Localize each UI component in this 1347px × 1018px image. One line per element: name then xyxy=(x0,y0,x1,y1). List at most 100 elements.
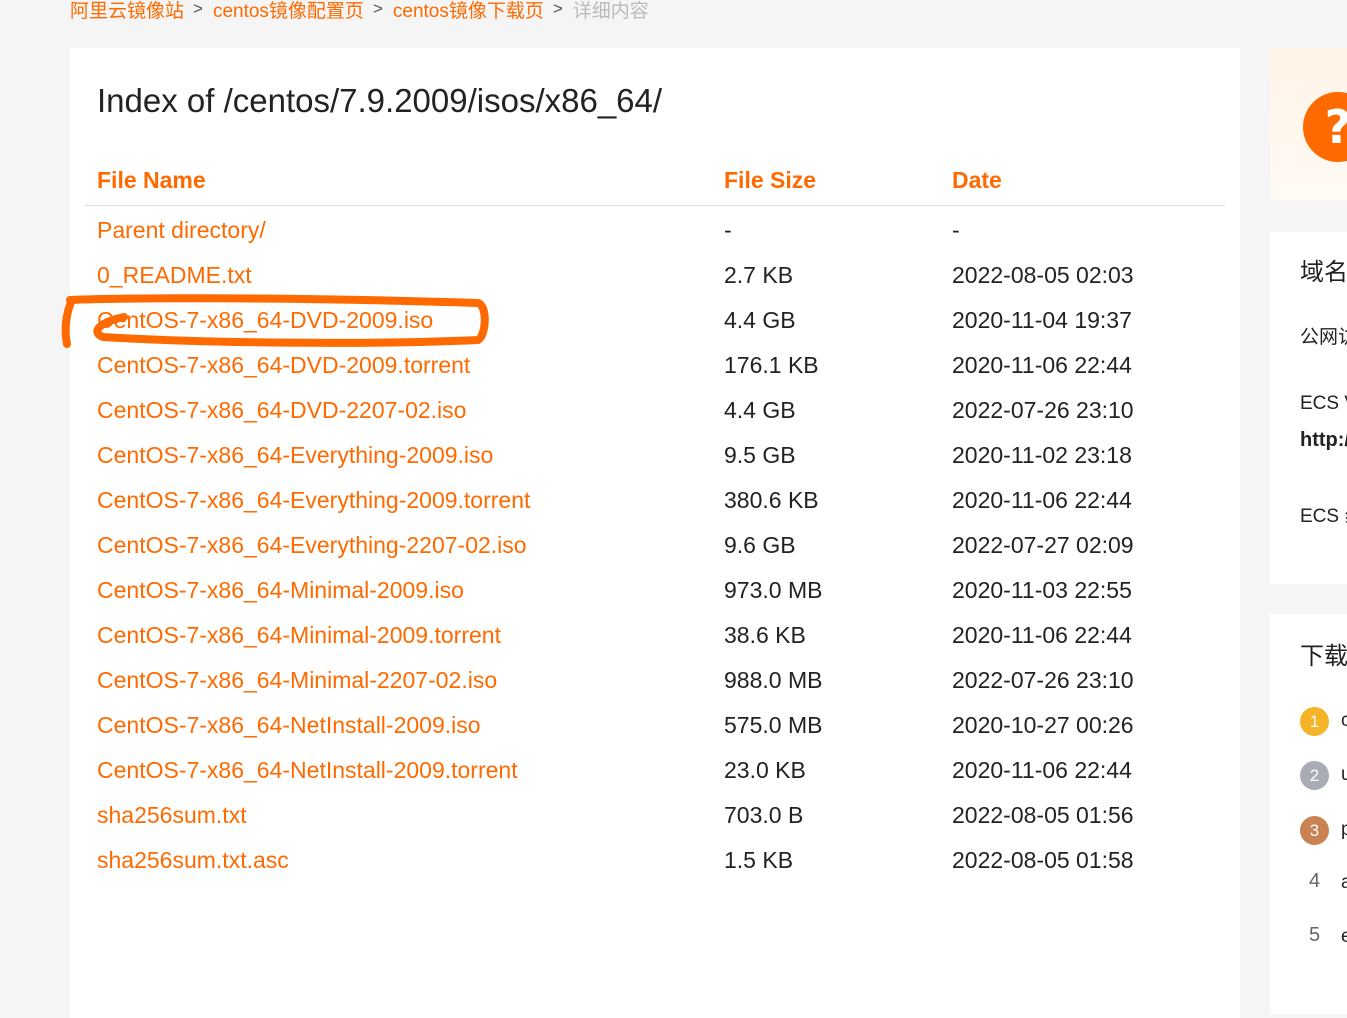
file-name-cell: CentOS-7-x86_64-Minimal-2009.iso xyxy=(85,568,712,613)
file-size-cell: 703.0 B xyxy=(724,802,804,828)
file-name-cell: CentOS-7-x86_64-DVD-2009.torrent xyxy=(85,343,712,388)
breadcrumb-current: 详细内容 xyxy=(572,0,649,22)
file-date-cell: - xyxy=(952,217,960,243)
file-name-cell: CentOS-7-x86_64-Minimal-2207-02.iso xyxy=(85,658,712,703)
help-panel[interactable]: ? xyxy=(1270,48,1347,200)
file-size-cell: 23.0 KB xyxy=(724,757,806,783)
file-link[interactable]: sha256sum.txt xyxy=(97,802,247,828)
file-name-cell: 0_README.txt xyxy=(85,253,712,298)
file-date-cell: 2020-11-06 22:44 xyxy=(952,622,1132,648)
column-header-date[interactable]: Date xyxy=(940,155,1225,206)
file-date-cell: 2022-07-27 02:09 xyxy=(952,532,1134,558)
file-date-cell: 2020-11-02 23:18 xyxy=(952,442,1132,468)
table-row: CentOS-7-x86_64-Everything-2009.torrent 3… xyxy=(85,478,1225,523)
table-row: Parent directory/ - - xyxy=(85,206,1225,254)
table-row: CentOS-7-x86_64-DVD-2009.torrent 176.1 KB… xyxy=(85,343,1225,388)
file-size-cell: 2.7 KB xyxy=(724,262,794,288)
table-row: CentOS-7-x86_64-Everything-2009.iso 9.5 G… xyxy=(85,433,1225,478)
rank-5-badge: 5 xyxy=(1308,924,1321,946)
file-link[interactable]: sha256sum.txt.asc xyxy=(97,847,289,873)
file-link[interactable]: CentOS-7-x86_64-Minimal-2009.torrent xyxy=(97,622,501,648)
file-size-cell: 380.6 KB xyxy=(724,487,819,513)
page-title: Index of /centos/7.9.2009/isos/x86_64/ xyxy=(97,82,663,119)
file-link[interactable]: CentOS-7-x86_64-DVD-2009.iso xyxy=(97,307,433,333)
table-row: CentOS-7-x86_64-NetInstall-2009.torrent 2… xyxy=(85,748,1225,793)
file-link[interactable]: CentOS-7-x86_64-NetInstall-2009.iso xyxy=(97,712,481,738)
domain-line-public: 公网访 xyxy=(1300,327,1347,348)
table-row: CentOS-7-x86_64-DVD-2207-02.iso 4.4 GB 202… xyxy=(85,388,1225,433)
file-size-cell: 9.5 GB xyxy=(724,442,796,468)
domain-link-url[interactable]: http:/ xyxy=(1300,429,1347,452)
breadcrumb-separator: > xyxy=(552,0,563,18)
file-size-cell: - xyxy=(724,217,732,243)
file-link[interactable]: CentOS-7-x86_64-NetInstall-2009.torrent xyxy=(97,757,518,783)
rank-3-item[interactable]: p xyxy=(1341,819,1347,841)
column-header-file-size[interactable]: File Size xyxy=(712,155,940,206)
download-ranking-card: 下载 1 c 2 u 3 p 4 a 5 e xyxy=(1270,614,1347,1014)
file-date-cell: 2022-08-05 01:56 xyxy=(952,802,1134,828)
file-link[interactable]: CentOS-7-x86_64-Minimal-2009.iso xyxy=(97,577,464,603)
file-link[interactable]: CentOS-7-x86_64-Everything-2207-02.iso xyxy=(97,532,527,558)
file-name-cell: CentOS-7-x86_64-Everything-2207-02.iso xyxy=(85,523,712,568)
file-date-cell: 2020-11-06 22:44 xyxy=(952,352,1132,378)
table-row: CentOS-7-x86_64-Minimal-2207-02.iso 988.0… xyxy=(85,658,1225,703)
domain-card-heading: 域名 xyxy=(1300,259,1347,286)
rank-4-item[interactable]: a xyxy=(1341,872,1347,894)
table-row: CentOS-7-x86_64-Minimal-2009.iso 973.0 MB… xyxy=(85,568,1225,613)
file-size-cell: 1.5 KB xyxy=(724,847,794,873)
table-row: CentOS-7-x86_64-Everything-2207-02.iso 9.… xyxy=(85,523,1225,568)
file-link[interactable]: Parent directory/ xyxy=(97,217,266,243)
file-name-cell: CentOS-7-x86_64-DVD-2009.iso xyxy=(85,298,712,343)
domain-line-ecs-classic: ECS 纟 xyxy=(1300,506,1347,527)
file-size-cell: 176.1 KB xyxy=(724,352,819,378)
file-size-cell: 575.0 MB xyxy=(724,712,823,738)
file-link[interactable]: CentOS-7-x86_64-Everything-2009.iso xyxy=(97,442,493,468)
table-row: sha256sum.txt 703.0 B 2022-08-05 01:56 xyxy=(85,793,1225,838)
file-size-cell: 4.4 GB xyxy=(724,397,796,423)
file-name-cell: sha256sum.txt xyxy=(85,793,712,838)
file-name-cell: CentOS-7-x86_64-DVD-2207-02.iso xyxy=(85,388,712,433)
table-row: 0_README.txt 2.7 KB 2022-08-05 02:03 xyxy=(85,253,1225,298)
breadcrumb-link-centos-download[interactable]: centos镜像下载页 xyxy=(393,0,544,23)
file-link[interactable]: CentOS-7-x86_64-Minimal-2207-02.iso xyxy=(97,667,497,693)
file-date-cell: 2022-07-26 23:10 xyxy=(952,667,1134,693)
column-header-file-name[interactable]: File Name xyxy=(85,155,712,206)
file-date-cell: 2020-10-27 00:26 xyxy=(952,712,1134,738)
breadcrumb: 阿里云镜像站 > centos镜像配置页 > centos镜像下载页 > 详细内… xyxy=(70,0,649,24)
file-date-cell: 2022-08-05 02:03 xyxy=(952,262,1134,288)
file-table: File Name File Size Date Parent director… xyxy=(85,155,1225,883)
file-size-cell: 9.6 GB xyxy=(724,532,796,558)
breadcrumb-link-centos-config[interactable]: centos镜像配置页 xyxy=(213,0,364,23)
rank-4-badge: 4 xyxy=(1308,870,1321,892)
file-link[interactable]: CentOS-7-x86_64-DVD-2009.torrent xyxy=(97,352,470,378)
rank-3-badge: 3 xyxy=(1300,816,1329,845)
file-link[interactable]: CentOS-7-x86_64-Everything-2009.torrent xyxy=(97,487,530,513)
file-date-cell: 2020-11-04 19:37 xyxy=(952,307,1132,333)
domain-line-ecs-vpc: ECS V xyxy=(1300,393,1347,414)
file-name-cell: Parent directory/ xyxy=(85,206,712,254)
rank-2-badge: 2 xyxy=(1300,761,1329,790)
file-size-cell: 38.6 KB xyxy=(724,622,806,648)
rank-5-item[interactable]: e xyxy=(1341,926,1347,948)
breadcrumb-separator: > xyxy=(372,0,383,18)
rank-1-badge: 1 xyxy=(1300,707,1329,736)
file-size-cell: 4.4 GB xyxy=(724,307,796,333)
rank-1-item[interactable]: c xyxy=(1341,710,1347,732)
download-card-heading: 下载 xyxy=(1300,643,1347,670)
file-size-cell: 988.0 MB xyxy=(724,667,823,693)
file-date-cell: 2020-11-06 22:44 xyxy=(952,757,1132,783)
rank-2-item[interactable]: u xyxy=(1341,764,1347,786)
breadcrumb-separator: > xyxy=(193,0,203,18)
file-link[interactable]: 0_README.txt xyxy=(97,262,252,288)
domain-info-card: 域名 公网访 ECS V http:/ ECS 纟 xyxy=(1270,232,1347,584)
file-date-cell: 2022-08-05 01:58 xyxy=(952,847,1134,873)
file-date-cell: 2020-11-03 22:55 xyxy=(952,577,1132,603)
file-date-cell: 2020-11-06 22:44 xyxy=(952,487,1132,513)
table-row: CentOS-7-x86_64-DVD-2009.iso 4.4 GB 2020-1… xyxy=(85,298,1225,343)
breadcrumb-link-mirror-home[interactable]: 阿里云镜像站 xyxy=(70,0,184,23)
file-name-cell: CentOS-7-x86_64-NetInstall-2009.iso xyxy=(85,703,712,748)
file-link[interactable]: CentOS-7-x86_64-DVD-2207-02.iso xyxy=(97,397,466,423)
question-mark-icon[interactable]: ? xyxy=(1303,92,1347,162)
table-row: sha256sum.txt.asc 1.5 KB 2022-08-05 01:58 xyxy=(85,838,1225,883)
table-row: CentOS-7-x86_64-Minimal-2009.torrent 38.6… xyxy=(85,613,1225,658)
